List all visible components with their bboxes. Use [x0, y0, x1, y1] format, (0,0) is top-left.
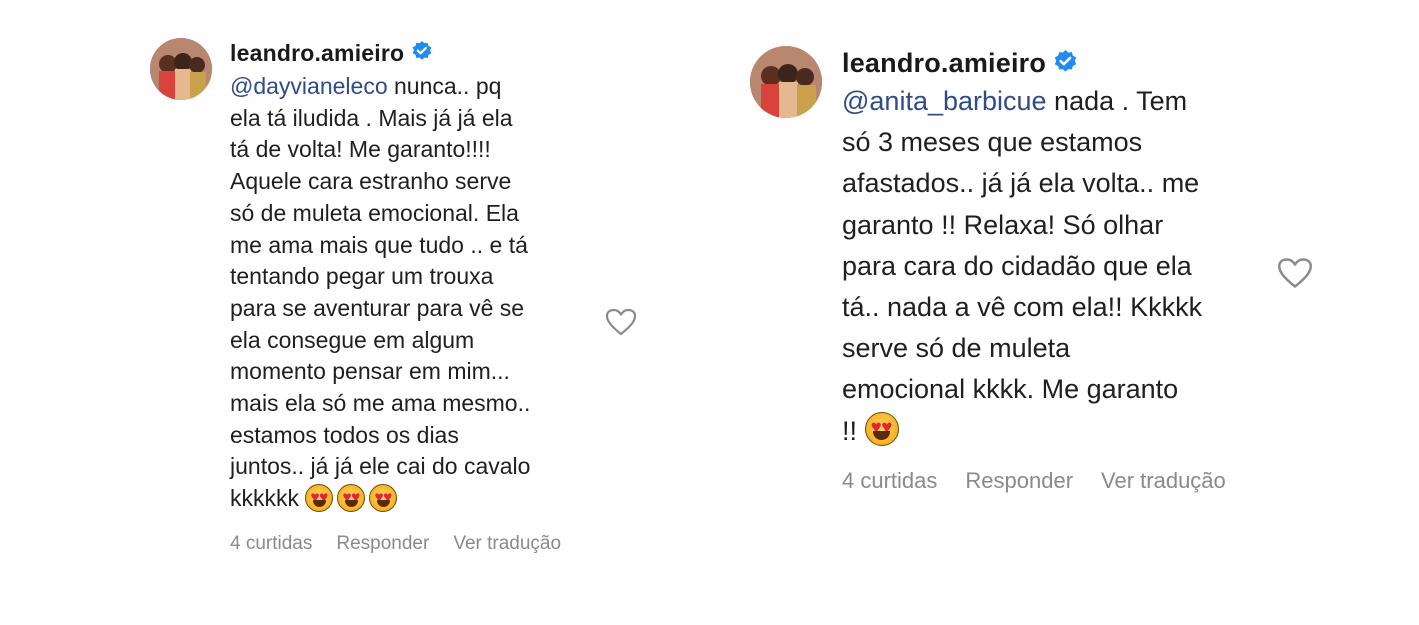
- mention-link[interactable]: @anita_barbicue: [842, 86, 1047, 116]
- avatar[interactable]: [150, 38, 212, 100]
- comment-line: tentando pegar um trouxa: [230, 263, 494, 290]
- heart-eyes-emoji-icon: ♥ ♥: [369, 484, 398, 513]
- comment-line: tá.. nada a vê com ela!! Kkkkk: [842, 292, 1203, 323]
- comment-line: afastados.. já já ela volta.. me: [842, 168, 1200, 199]
- comment-line: ela tá iludida . Mais já já ela: [230, 104, 513, 131]
- comment-line: nunca.. pq: [387, 73, 502, 99]
- heart-eyes-emoji-icon: ♥ ♥: [864, 411, 899, 446]
- comment-line: só de muleta emocional. Ela: [230, 199, 519, 226]
- comment-line: garanto !! Relaxa! Só olhar: [842, 209, 1164, 240]
- like-heart-icon[interactable]: [1277, 257, 1313, 294]
- comment-line: kkkkkk: [230, 485, 306, 512]
- comment-line: para se aventurar para vê se: [230, 294, 525, 321]
- comment-line: serve só de muleta: [842, 333, 1071, 364]
- comment-text: @anita_barbicue nada . Tem só 3 meses qu…: [842, 81, 1272, 452]
- like-heart-icon[interactable]: [605, 308, 637, 341]
- comment-line: Aquele cara estranho serve: [230, 168, 512, 195]
- comment-line: nada . Tem: [1046, 86, 1188, 116]
- comment-line: para cara do cidadão que ela: [842, 250, 1192, 281]
- comment-text: @dayvianeleco nunca.. pq ela tá iludida …: [230, 71, 620, 515]
- reply-button[interactable]: Responder: [336, 533, 429, 555]
- mention-link[interactable]: @dayvianeleco: [230, 73, 388, 99]
- heart-eyes-emoji-icon: ♥ ♥: [337, 484, 366, 513]
- comment-line: momento pensar em mim...: [230, 358, 510, 385]
- username[interactable]: leandro.amieiro: [230, 40, 404, 67]
- comment-meta: 4 curtidas Responder Ver tradução: [230, 533, 620, 555]
- comment-line: juntos.. já já ele cai do cavalo: [230, 453, 531, 480]
- comment-line: !!: [842, 415, 865, 446]
- comment-line: me ama mais que tudo .. e tá: [230, 231, 528, 258]
- verified-badge-icon: [1054, 49, 1077, 78]
- translate-button[interactable]: Ver tradução: [453, 533, 561, 555]
- comment-line: emocional kkkk. Me garanto: [842, 374, 1179, 405]
- username[interactable]: leandro.amieiro: [842, 48, 1046, 79]
- comment-line: estamos todos os dias: [230, 421, 459, 448]
- comment-line: mais ela só me ama mesmo..: [230, 390, 531, 417]
- comment-meta: 4 curtidas Responder Ver tradução: [842, 468, 1272, 494]
- comment-line: só 3 meses que estamos: [842, 127, 1143, 158]
- likes-count[interactable]: 4 curtidas: [842, 468, 937, 494]
- comment-line: ela consegue em algum: [230, 326, 475, 353]
- reply-button[interactable]: Responder: [965, 468, 1073, 494]
- verified-badge-icon: [412, 41, 432, 66]
- translate-button[interactable]: Ver tradução: [1101, 468, 1226, 494]
- comment-line: tá de volta! Me garanto!!!!: [230, 136, 491, 163]
- heart-eyes-emoji-icon: ♥ ♥: [305, 484, 334, 513]
- avatar[interactable]: [750, 46, 822, 118]
- likes-count[interactable]: 4 curtidas: [230, 533, 312, 555]
